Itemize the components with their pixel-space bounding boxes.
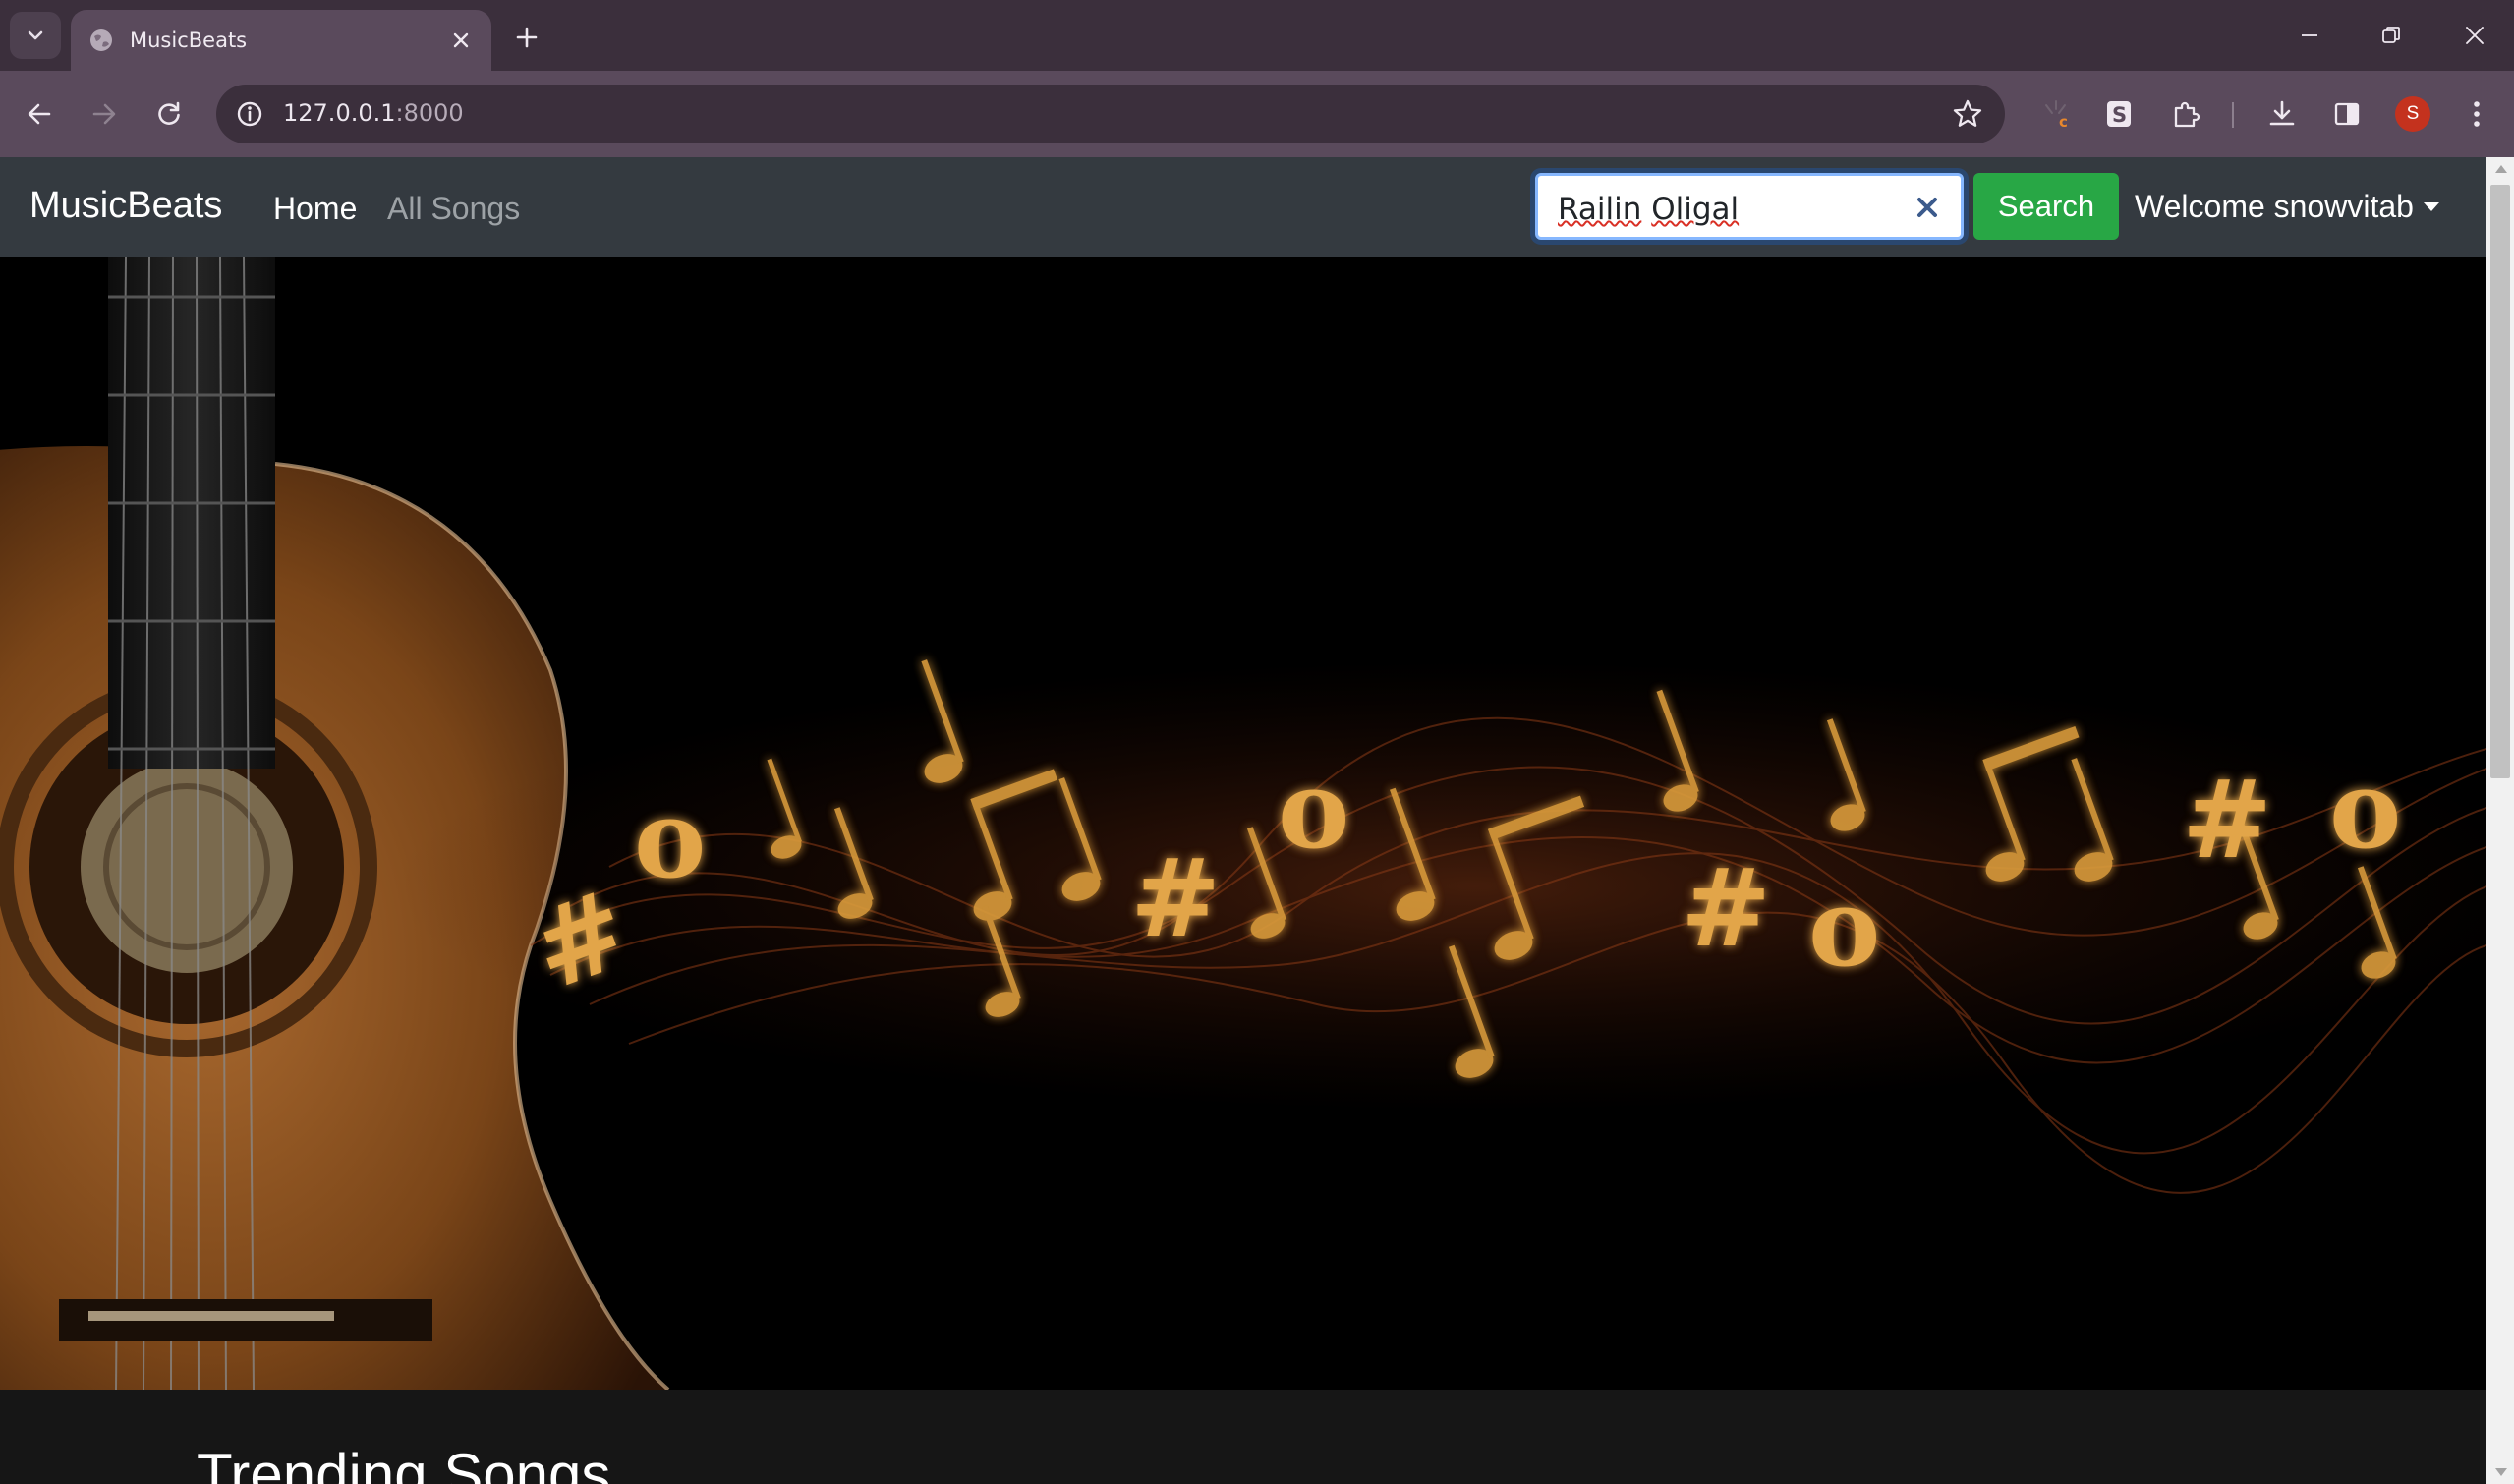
download-icon (2269, 100, 2295, 126)
hero-symbol: o (2329, 746, 2401, 873)
user-menu-dropdown[interactable]: Welcome snowvitab (2135, 189, 2439, 225)
site-navbar: MusicBeats Home All Songs Railin Oligal … (0, 157, 2486, 257)
search-input-value: Railin Oligal (1558, 192, 1739, 227)
url-port: :8000 (395, 99, 464, 127)
forward-button[interactable] (81, 90, 128, 138)
search-word-2: Oligal (1651, 192, 1740, 227)
nav-home-link[interactable]: Home (273, 191, 357, 227)
url-text: 127.0.0.1:8000 (283, 99, 464, 127)
address-bar[interactable]: 127.0.0.1:8000 (216, 85, 2005, 143)
tab-close-button[interactable] (444, 24, 478, 57)
toolbar-separator (2232, 102, 2234, 128)
clear-search-icon[interactable] (1915, 196, 1939, 219)
restore-button[interactable] (2368, 14, 2415, 57)
star-icon (1953, 99, 1982, 127)
hero-symbol: # (1681, 844, 1771, 971)
scroll-thumb[interactable] (2490, 185, 2510, 778)
url-host: 127.0.0.1 (283, 99, 396, 127)
back-button[interactable] (16, 90, 63, 138)
close-icon (2466, 27, 2484, 44)
puzzle-icon (2174, 101, 2200, 128)
trending-section: Trending Songs (0, 1390, 2486, 1484)
side-panel-icon (2334, 102, 2360, 126)
extensions-button[interactable] (2162, 90, 2209, 138)
hero-artwork: # o # o # o # o (0, 257, 2486, 1390)
restore-icon (2382, 27, 2400, 43)
site-brand[interactable]: MusicBeats (29, 185, 222, 227)
info-icon (237, 101, 262, 127)
search-button[interactable]: Search (1973, 173, 2119, 240)
page-scrollbar[interactable] (2486, 157, 2514, 1484)
extension-c-icon: c (2045, 100, 2068, 131)
user-menu-label: Welcome snowvitab (2135, 189, 2414, 224)
browser-tab-active[interactable]: MusicBeats (71, 10, 491, 71)
side-panel-button[interactable] (2323, 90, 2371, 138)
arrow-left-icon (28, 103, 51, 125)
browser-menu-button[interactable] (2453, 90, 2500, 138)
more-vertical-icon (2474, 101, 2480, 127)
scroll-up-arrow-icon[interactable] (2495, 165, 2507, 173)
hero-symbol: o (1808, 864, 1880, 991)
minimize-icon (2302, 34, 2317, 36)
search-input[interactable]: Railin Oligal (1535, 173, 1964, 240)
search-word-1: Railin (1558, 192, 1642, 227)
avatar: S (2395, 96, 2430, 132)
extension-s-button[interactable]: S (2095, 90, 2143, 138)
close-window-button[interactable] (2451, 14, 2498, 57)
new-tab-button[interactable] (507, 18, 546, 57)
hero-symbol: o (634, 775, 706, 902)
reload-button[interactable] (145, 90, 193, 138)
tab-search-button[interactable] (10, 12, 61, 59)
close-icon (453, 32, 469, 48)
downloads-button[interactable] (2258, 90, 2306, 138)
extension-c-button[interactable]: c (2032, 90, 2080, 138)
hero-symbol: o (1278, 746, 1349, 873)
browser-toolbar: 127.0.0.1:8000 c S S (0, 71, 2514, 157)
extension-s-icon: S (2107, 101, 2131, 127)
tab-title: MusicBeats (130, 29, 248, 52)
site-info-button[interactable] (232, 96, 267, 132)
arrow-right-icon (92, 103, 116, 125)
section-title: Trending Songs (197, 1442, 611, 1484)
browser-tab-strip: MusicBeats (0, 0, 2514, 71)
caret-down-icon (2423, 202, 2439, 211)
nav-all-songs-link[interactable]: All Songs (387, 191, 520, 227)
globe-icon (90, 29, 112, 51)
reload-icon (158, 101, 180, 125)
hero-symbol: # (1130, 834, 1221, 961)
hero-symbol: # (2182, 756, 2272, 883)
minimize-button[interactable] (2286, 14, 2333, 57)
chevron-down-icon (28, 30, 43, 40)
plus-icon (516, 27, 538, 48)
bookmark-button[interactable] (1948, 94, 1987, 134)
svg-text:S: S (2112, 103, 2127, 127)
profile-button[interactable]: S (2389, 90, 2436, 138)
hero-banner: # o # o # o # o (0, 257, 2486, 1390)
scroll-down-arrow-icon[interactable] (2495, 1468, 2507, 1476)
page-viewport: MusicBeats Home All Songs Railin Oligal … (0, 157, 2486, 1484)
svg-text:c: c (2059, 113, 2068, 131)
